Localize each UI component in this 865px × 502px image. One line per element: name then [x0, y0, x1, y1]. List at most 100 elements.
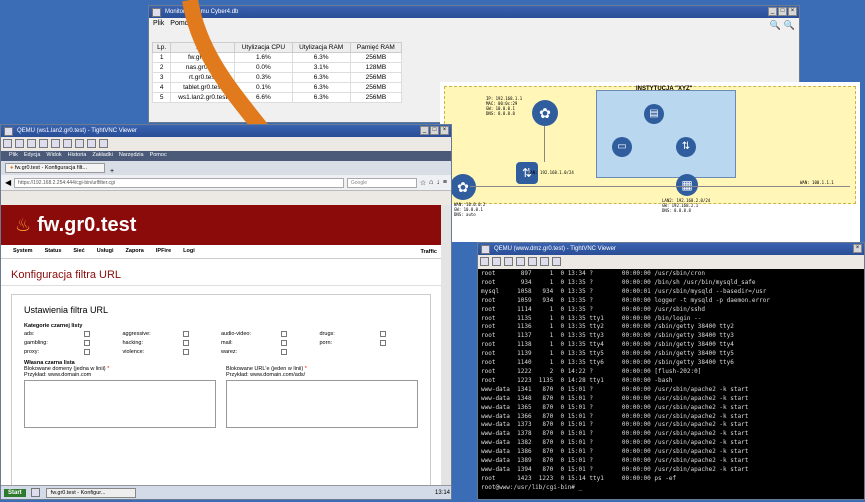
- categories-grid: ads: aggressive: audio-video: drugs: gamblin…: [24, 329, 418, 356]
- zoom-in-icon[interactable]: [75, 139, 84, 148]
- category-row: proxy: violence: warez:: [24, 347, 418, 356]
- pause-icon[interactable]: [516, 257, 525, 266]
- info-icon[interactable]: [504, 257, 513, 266]
- category-checkbox[interactable]: [84, 339, 90, 346]
- terminal-output[interactable]: root 897 1 0 13:34 ? 00:00:00 /usr/sbin/…: [478, 269, 864, 494]
- category-checkbox[interactable]: [182, 339, 189, 346]
- right-bottom-info: LAN2: 192.168.2.0/24 GW: 192.168.2.1 DNS…: [662, 198, 711, 213]
- back-icon[interactable]: ◀: [5, 178, 11, 187]
- ff-menu-item[interactable]: Zakładki: [92, 152, 112, 160]
- zoom-out-icon[interactable]: [87, 139, 96, 148]
- terminal-close-button[interactable]: ×: [853, 244, 862, 253]
- menu-plik[interactable]: Plik: [153, 20, 164, 28]
- category-cell: hacking:: [123, 339, 222, 346]
- menu-icon[interactable]: ≡: [443, 179, 447, 186]
- fullscreen-icon[interactable]: [99, 139, 108, 148]
- save-icon[interactable]: [480, 257, 489, 266]
- star-icon[interactable]: ☆: [420, 179, 426, 187]
- start-button[interactable]: Start: [4, 488, 26, 497]
- zoom-in-icon[interactable]: 🔍: [784, 20, 795, 31]
- minimize-button[interactable]: _: [768, 7, 777, 16]
- ff-menu-item[interactable]: Plik: [9, 152, 18, 160]
- category-cell: proxy:: [24, 348, 123, 355]
- category-checkbox[interactable]: [84, 330, 90, 337]
- qemu-close-button[interactable]: ×: [440, 126, 449, 135]
- blocked-urls-textarea[interactable]: [226, 380, 418, 428]
- save-icon[interactable]: [3, 139, 12, 148]
- close-button[interactable]: ×: [788, 7, 797, 16]
- zoom-out-icon[interactable]: [552, 257, 561, 266]
- terminal-line: root 1139 1 0 13:35 tty5 00:00:00 /sbin/…: [481, 350, 734, 358]
- category-cell: porn:: [320, 339, 419, 346]
- browser-tab[interactable]: ● fw.gr0.test - Konfiguracja filt...: [5, 163, 105, 173]
- table-cell: 5: [151, 92, 172, 103]
- terminal-line: www-data 1373 870 0 15:01 ? 00:00:00 /us…: [481, 421, 749, 429]
- nav-item[interactable]: IPFire: [156, 248, 171, 255]
- category-label: warez:: [221, 348, 238, 355]
- terminal-line: www-data 1378 870 0 15:01 ? 00:00:00 /us…: [481, 430, 749, 438]
- qemu-minimize-button[interactable]: _: [420, 126, 429, 135]
- ff-menu-item[interactable]: Edycja: [24, 152, 41, 160]
- ff-menu-item[interactable]: Pomoc: [150, 152, 167, 160]
- ff-menu-item[interactable]: Narzędzia: [119, 152, 144, 160]
- category-cell: aggressive:: [123, 330, 222, 337]
- ff-menu-item[interactable]: Widok: [46, 152, 61, 160]
- nav-item[interactable]: Zapora: [126, 248, 144, 255]
- category-checkbox[interactable]: [281, 330, 287, 337]
- category-checkbox[interactable]: [379, 330, 386, 337]
- zoom-out-icon[interactable]: 🔍: [770, 20, 781, 31]
- router2-icon: ✿: [450, 174, 476, 200]
- nav-item[interactable]: Usługi: [97, 248, 114, 255]
- category-checkbox[interactable]: [379, 339, 386, 346]
- nav-item[interactable]: Status: [45, 248, 62, 255]
- category-row: ads: aggressive: audio-video: drugs:: [24, 329, 418, 338]
- table-cell: 6.3%: [291, 82, 351, 93]
- column-header[interactable]: Pamięć RAM: [349, 42, 403, 53]
- nav-traffic[interactable]: Traffic: [420, 249, 437, 255]
- table-cell: 4: [151, 82, 172, 93]
- vnc-icon: [4, 126, 13, 136]
- maximize-button[interactable]: □: [778, 7, 787, 16]
- terminal-line: root@www:/usr/lib/cgi-bin# _: [481, 483, 583, 491]
- options-icon[interactable]: [15, 139, 24, 148]
- terminal-line: www-data 1348 870 0 15:01 ? 00:00:00 /us…: [481, 394, 749, 402]
- new-tab-button[interactable]: +: [110, 168, 114, 175]
- scrollbar[interactable]: [441, 205, 451, 489]
- terminal-line: root 897 1 0 13:34 ? 00:00:00 /usr/sbin/…: [481, 270, 705, 277]
- qemu-browser-window: QEMU (ws1.lan2.gr0.test) - TightVNC View…: [0, 124, 452, 500]
- refresh-icon[interactable]: [51, 139, 60, 148]
- firefox-icon: ●: [10, 165, 14, 171]
- terminal-window: QEMU (www.dmz.gr0.test) - TightVNC Viewe…: [477, 242, 865, 500]
- url-input[interactable]: https://192.168.2.254:444/cgi-bin/urlfil…: [14, 177, 344, 188]
- ctrl-alt-del-icon[interactable]: [63, 139, 72, 148]
- terminal-line: root 1222 2 0 14:22 ? 00:00:00 [flush-20…: [481, 367, 702, 375]
- refresh-icon[interactable]: [528, 257, 537, 266]
- category-checkbox[interactable]: [84, 348, 90, 355]
- quicklaunch-icon[interactable]: [30, 488, 40, 497]
- nav-item[interactable]: Logi: [183, 248, 195, 255]
- terminal-line: www-data 1386 870 0 15:01 ? 00:00:00 /us…: [481, 448, 749, 456]
- download-icon[interactable]: ↓: [436, 179, 440, 186]
- qemu-maximize-button[interactable]: □: [430, 126, 439, 135]
- table-cell: 6.3%: [291, 52, 351, 63]
- home-icon[interactable]: ⌂: [429, 179, 433, 186]
- column-header[interactable]: Lp.: [151, 42, 172, 53]
- ff-menu-item[interactable]: Historia: [68, 152, 87, 160]
- column-header[interactable]: Utylizacja RAM: [291, 42, 351, 53]
- info-icon[interactable]: [27, 139, 36, 148]
- search-input[interactable]: Google: [346, 177, 417, 188]
- pause-icon[interactable]: [39, 139, 48, 148]
- nav-item[interactable]: Sieć: [73, 248, 84, 255]
- category-checkbox[interactable]: [281, 348, 287, 355]
- taskbar-item[interactable]: fw.gr0.test - Konfigur...: [45, 487, 136, 498]
- category-checkbox[interactable]: [182, 330, 189, 337]
- category-checkbox[interactable]: [281, 339, 287, 346]
- zoom-in-icon[interactable]: [540, 257, 549, 266]
- nav-item[interactable]: System: [13, 248, 33, 255]
- right-edge-label: WAN: 100.1.1.1: [800, 180, 834, 185]
- options-icon[interactable]: [492, 257, 501, 266]
- left-bottom-info: WAN: 10.0.0.2 GW: 10.0.0.1 DNS: auto: [454, 202, 486, 217]
- terminal-line: root 1137 1 0 13:35 tty3 00:00:00 /sbin/…: [481, 332, 734, 340]
- category-checkbox[interactable]: [182, 348, 189, 355]
- blocked-domains-textarea[interactable]: [24, 380, 216, 428]
